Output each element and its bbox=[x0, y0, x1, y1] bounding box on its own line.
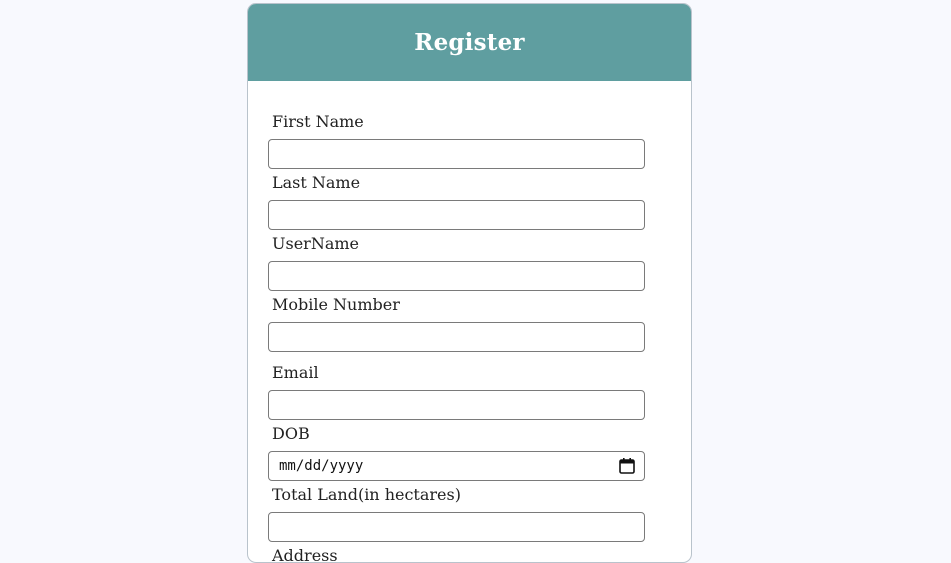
dob-date-input[interactable]: mm/dd/yyyy bbox=[268, 451, 645, 481]
first-name-input[interactable] bbox=[268, 139, 645, 169]
address-label: Address bbox=[272, 546, 338, 563]
last-name-input[interactable] bbox=[268, 200, 645, 230]
first-name-label: First Name bbox=[272, 112, 364, 131]
dob-label: DOB bbox=[272, 424, 310, 443]
email-input[interactable] bbox=[268, 390, 645, 420]
total-land-label: Total Land(in hectares) bbox=[272, 485, 461, 504]
card-header: Register bbox=[248, 4, 691, 81]
username-label: UserName bbox=[272, 234, 359, 253]
register-card: Register First Name Last Name UserName M… bbox=[247, 3, 692, 563]
last-name-label: Last Name bbox=[272, 173, 361, 192]
calendar-icon[interactable] bbox=[618, 457, 636, 475]
dob-placeholder: mm/dd/yyyy bbox=[279, 458, 364, 474]
username-input[interactable] bbox=[268, 261, 645, 291]
email-label: Email bbox=[272, 363, 319, 382]
mobile-number-label: Mobile Number bbox=[272, 295, 400, 314]
mobile-number-input[interactable] bbox=[268, 322, 645, 352]
total-land-input[interactable] bbox=[268, 512, 645, 542]
page-title: Register bbox=[414, 29, 525, 56]
